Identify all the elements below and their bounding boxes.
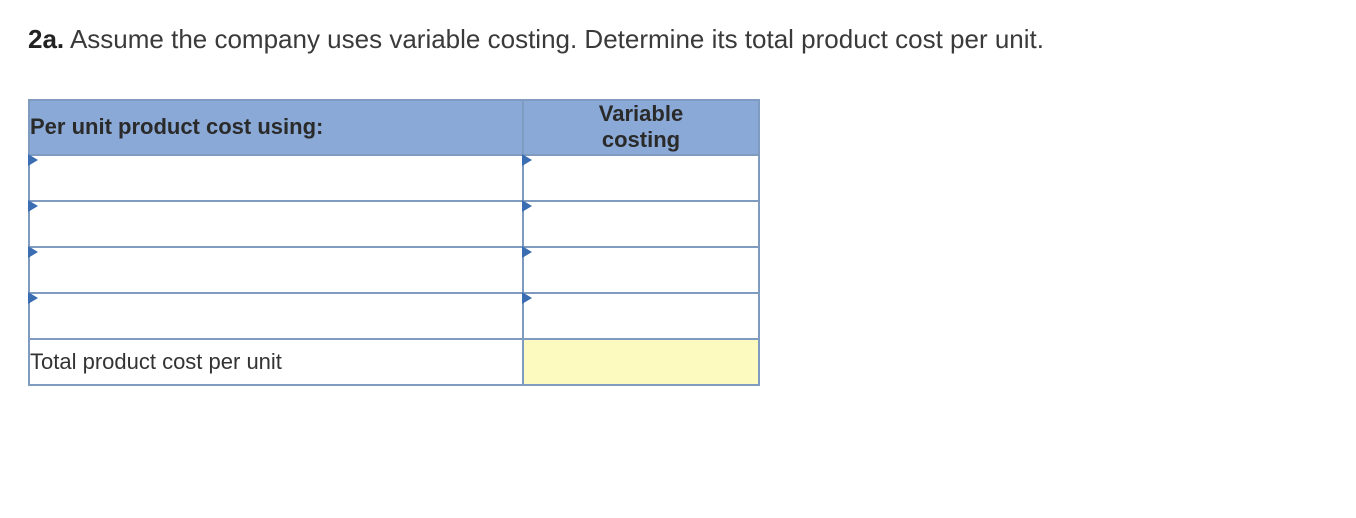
value-cell[interactable]	[523, 201, 759, 247]
header-left-text: Per unit product cost using:	[30, 114, 323, 139]
question-text: 2a. Assume the company uses variable cos…	[28, 22, 1328, 57]
header-right: Variable costing	[523, 100, 759, 155]
dropdown-marker-icon	[522, 200, 532, 212]
header-right-line1: Variable	[599, 101, 683, 126]
table-row	[29, 293, 759, 339]
dropdown-marker-icon	[28, 154, 38, 166]
item-cell[interactable]	[29, 155, 523, 201]
page-content: 2a. Assume the company uses variable cos…	[0, 0, 1356, 408]
dropdown-marker-icon	[522, 246, 532, 258]
footer-label-cell: Total product cost per unit	[29, 339, 523, 385]
value-cell[interactable]	[523, 247, 759, 293]
table-row	[29, 155, 759, 201]
item-cell[interactable]	[29, 293, 523, 339]
table-header-row: Per unit product cost using: Variable co…	[29, 100, 759, 155]
table-row	[29, 247, 759, 293]
footer-label: Total product cost per unit	[30, 349, 282, 374]
cost-table: Per unit product cost using: Variable co…	[28, 99, 760, 386]
header-right-line2: costing	[602, 127, 680, 152]
dropdown-marker-icon	[28, 292, 38, 304]
item-cell[interactable]	[29, 247, 523, 293]
dropdown-marker-icon	[28, 200, 38, 212]
footer-total-cell[interactable]	[523, 339, 759, 385]
table-row	[29, 201, 759, 247]
item-cell[interactable]	[29, 201, 523, 247]
value-cell[interactable]	[523, 155, 759, 201]
value-cell[interactable]	[523, 293, 759, 339]
dropdown-marker-icon	[522, 154, 532, 166]
question-body: Assume the company uses variable costing…	[70, 24, 1044, 54]
dropdown-marker-icon	[28, 246, 38, 258]
table-footer-row: Total product cost per unit	[29, 339, 759, 385]
question-label: 2a.	[28, 24, 64, 54]
dropdown-marker-icon	[522, 292, 532, 304]
header-left: Per unit product cost using:	[29, 100, 523, 155]
